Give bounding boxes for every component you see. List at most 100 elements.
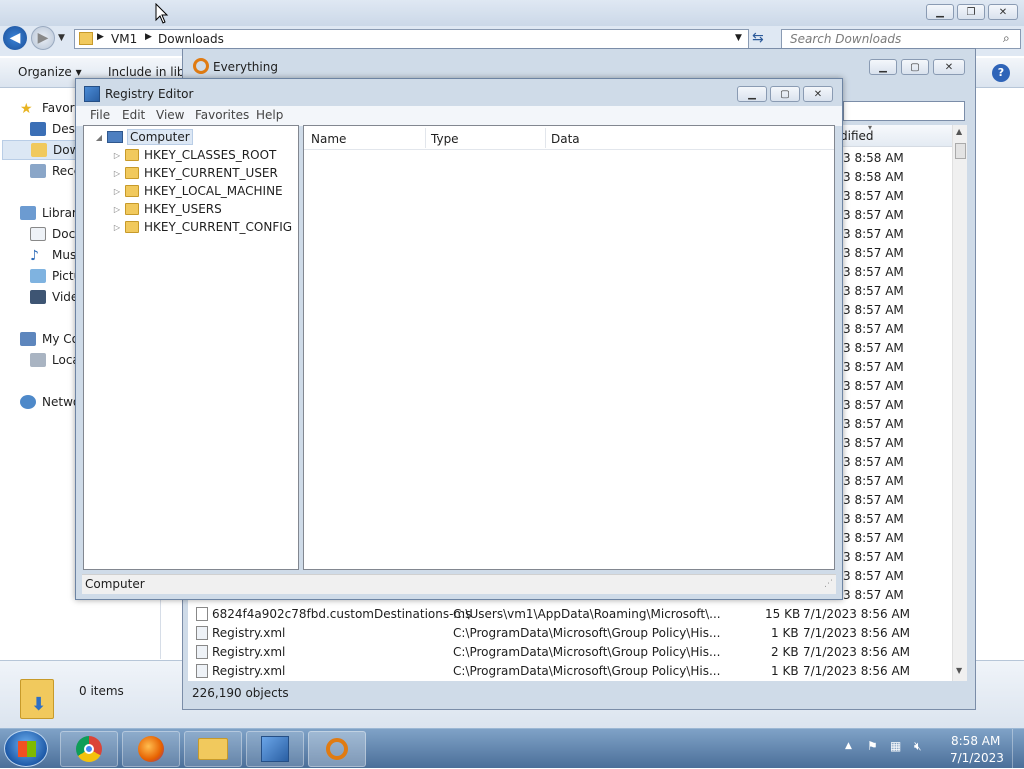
xml-file-icon	[196, 664, 208, 678]
everything-close-button[interactable]: ✕	[933, 59, 965, 75]
start-button[interactable]	[4, 730, 48, 767]
expand-arrow-icon[interactable]: ▷	[112, 151, 122, 160]
everything-status-count: 226,190 objects	[192, 686, 289, 700]
menu-help[interactable]: Help	[256, 108, 283, 122]
regedit-title: Registry Editor	[105, 87, 194, 101]
modified-time-cell: 3 8:57 AM	[843, 265, 904, 279]
show-desktop-button[interactable]	[1012, 729, 1024, 769]
computer-icon	[107, 131, 123, 143]
clock-time[interactable]: 8:58 AM	[951, 734, 1000, 748]
column-type[interactable]: Type	[431, 132, 459, 146]
list-item[interactable]: Registry.xml C:\ProgramData\Microsoft\Gr…	[188, 624, 952, 643]
everything-vertical-scrollbar[interactable]: ▲ ▼	[952, 125, 967, 681]
regedit-maximize-button[interactable]: ▢	[770, 86, 800, 102]
scroll-down-arrow-icon[interactable]: ▼	[956, 666, 962, 675]
modified-time-cell: 3 8:57 AM	[843, 322, 904, 336]
nav-recent-places[interactable]: Rece	[30, 161, 81, 181]
collapse-arrow-icon[interactable]: ◢	[94, 133, 104, 142]
menu-view[interactable]: View	[156, 108, 184, 122]
organize-button[interactable]: Organize ▾	[18, 65, 82, 79]
menu-file[interactable]: File	[90, 108, 110, 122]
everything-search-input[interactable]	[843, 101, 965, 121]
nav-music[interactable]: ♪ Mus	[30, 245, 76, 265]
menu-edit[interactable]: Edit	[122, 108, 145, 122]
list-item[interactable]: Registry.xml C:\ProgramData\Microsoft\Gr…	[188, 662, 952, 681]
nav-libraries[interactable]: Librari	[20, 203, 80, 223]
modified-time-cell: 3 8:57 AM	[843, 436, 904, 450]
everything-maximize-button[interactable]: ▢	[901, 59, 929, 75]
resize-grip-icon[interactable]: ⋰	[824, 579, 833, 589]
back-arrow-icon: ◀	[9, 30, 21, 46]
breadcrumb-downloads[interactable]: Downloads	[158, 32, 224, 46]
nav-favorites[interactable]: ★ Favorit	[20, 98, 83, 118]
nav-network[interactable]: Netwo	[20, 392, 80, 412]
taskbar-file-explorer[interactable]	[184, 731, 242, 767]
recent-pages-chevron-icon[interactable]: ▼	[58, 33, 65, 43]
action-center-flag-icon[interactable]: ⚑	[867, 739, 878, 753]
search-icon[interactable]: ⌕	[1003, 31, 1010, 46]
tree-item-hkey-current-config[interactable]: ▷ HKEY_CURRENT_CONFIG	[112, 218, 292, 236]
show-hidden-icons-icon[interactable]: ▲	[845, 741, 852, 751]
volume-muted-icon[interactable]: 🔇︎	[914, 739, 922, 754]
nav-my-computer[interactable]: My Co	[20, 329, 79, 349]
taskbar-registry-editor[interactable]	[246, 731, 304, 767]
tree-item-computer[interactable]: ◢ Computer	[94, 128, 193, 146]
expand-arrow-icon[interactable]: ▷	[112, 223, 122, 232]
expand-arrow-icon[interactable]: ▷	[112, 187, 122, 196]
include-in-library-button[interactable]: Include in libr	[108, 65, 189, 79]
refresh-icon[interactable]: ⇆	[752, 30, 764, 46]
modified-time-cell: 3 8:57 AM	[843, 379, 904, 393]
tree-item-hkey-local-machine[interactable]: ▷ HKEY_LOCAL_MACHINE	[112, 182, 283, 200]
modified-time-cell: 3 8:57 AM	[843, 417, 904, 431]
nav-videos[interactable]: Vide	[30, 287, 78, 307]
list-item[interactable]: Registry.xml C:\ProgramData\Microsoft\Gr…	[188, 643, 952, 662]
nav-local-disk[interactable]: Loca	[30, 350, 80, 370]
modified-time-cell: 3 8:57 AM	[843, 493, 904, 507]
modified-time-cell: 3 8:57 AM	[843, 512, 904, 526]
breadcrumb-vm1[interactable]: VM1	[111, 32, 137, 46]
tree-item-hkey-classes-root[interactable]: ▷ HKEY_CLASSES_ROOT	[112, 146, 276, 164]
taskbar-chrome[interactable]	[60, 731, 118, 767]
explorer-minimize-button[interactable]: ▁	[926, 4, 954, 20]
everything-minimize-button[interactable]: ▁	[869, 59, 897, 75]
videos-icon	[30, 290, 46, 304]
column-data[interactable]: Data	[551, 132, 580, 146]
clock-date[interactable]: 7/1/2023	[950, 751, 1004, 765]
column-name[interactable]: Name	[311, 132, 346, 146]
taskbar-everything[interactable]	[308, 731, 366, 767]
network-icon	[20, 395, 36, 409]
help-icon[interactable]: ?	[992, 64, 1010, 82]
forward-button[interactable]: ▶	[31, 26, 55, 50]
search-input[interactable]: Search Downloads	[790, 32, 901, 46]
tree-item-hkey-current-user[interactable]: ▷ HKEY_CURRENT_USER	[112, 164, 278, 182]
breadcrumb-chevron-icon[interactable]: ▶	[97, 32, 104, 42]
folder-icon	[125, 167, 139, 179]
expand-arrow-icon[interactable]: ▷	[112, 169, 122, 178]
scroll-up-arrow-icon[interactable]: ▲	[956, 127, 962, 136]
explorer-restore-button[interactable]: ❐	[957, 4, 985, 20]
taskbar-firefox[interactable]	[122, 731, 180, 767]
regedit-close-button[interactable]: ✕	[803, 86, 833, 102]
modified-time-cell: 3 8:57 AM	[843, 474, 904, 488]
back-button[interactable]: ◀	[3, 26, 27, 50]
scrollbar-thumb[interactable]	[955, 143, 966, 159]
music-icon: ♪	[30, 248, 39, 264]
address-dropdown-icon[interactable]: ▼	[735, 33, 742, 43]
expand-arrow-icon[interactable]: ▷	[112, 205, 122, 214]
regedit-minimize-button[interactable]: ▁	[737, 86, 767, 102]
folder-icon	[125, 221, 139, 233]
network-status-icon[interactable]: ▦	[890, 739, 901, 753]
column-divider[interactable]	[425, 128, 426, 148]
nav-pictures[interactable]: Pictu	[30, 266, 81, 286]
sort-arrow-icon: ▾	[868, 123, 873, 132]
regedit-status-bar: Computer ⋰	[82, 574, 836, 594]
search-box[interactable]: Search Downloads ⌕	[781, 29, 1021, 49]
tree-item-hkey-users[interactable]: ▷ HKEY_USERS	[112, 200, 222, 218]
menu-favorites[interactable]: Favorites	[195, 108, 249, 122]
explorer-close-button[interactable]: ✕	[988, 4, 1018, 20]
documents-icon	[30, 227, 46, 241]
breadcrumb-chevron-icon[interactable]: ▶	[145, 32, 152, 42]
address-bar[interactable]: ▶ VM1 ▶ Downloads ▼	[74, 29, 749, 49]
list-item[interactable]: 6824f4a902c78fbd.customDestinations-ms C…	[188, 605, 952, 624]
column-divider[interactable]	[545, 128, 546, 148]
